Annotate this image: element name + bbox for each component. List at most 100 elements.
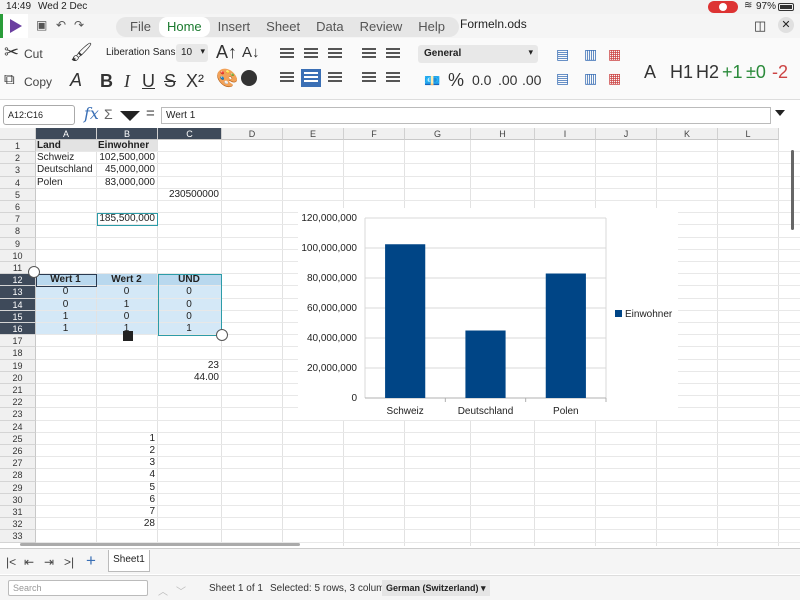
- row-header-30[interactable]: 30: [0, 493, 36, 506]
- delete-rows-icon[interactable]: ▦: [608, 46, 621, 63]
- cell-b27[interactable]: 3: [97, 457, 156, 469]
- cell-a1[interactable]: Land: [36, 140, 95, 152]
- cell-a14[interactable]: 0: [36, 299, 95, 311]
- row-header-15[interactable]: 15: [0, 310, 36, 323]
- style-heading2-button[interactable]: H2: [696, 62, 719, 83]
- row-header-19[interactable]: 19: [0, 359, 36, 372]
- formula-input[interactable]: Wert 1: [161, 107, 771, 124]
- column-header-d[interactable]: D: [222, 128, 283, 140]
- cell-b4[interactable]: 83,000,000: [97, 177, 156, 189]
- row-header-17[interactable]: 17: [0, 335, 36, 348]
- formula-icon[interactable]: =: [146, 105, 155, 122]
- merge-cells-icon[interactable]: [386, 72, 400, 84]
- cell-a3[interactable]: Deutschland: [36, 164, 95, 176]
- style-bad-button[interactable]: -2: [772, 62, 788, 83]
- column-header-b[interactable]: B: [97, 128, 158, 140]
- column-header-l[interactable]: L: [718, 128, 779, 140]
- copy-icon[interactable]: ⧉: [4, 71, 15, 88]
- cell-b26[interactable]: 2: [97, 445, 156, 457]
- previous-sheet-icon[interactable]: ⇤: [24, 555, 34, 569]
- row-header-10[interactable]: 10: [0, 249, 36, 262]
- column-header-g[interactable]: G: [405, 128, 471, 140]
- delete-decimal-button[interactable]: .00: [522, 72, 541, 88]
- row-header-22[interactable]: 22: [0, 396, 36, 409]
- search-input[interactable]: Search: [8, 580, 148, 596]
- style-heading1-button[interactable]: H1: [670, 62, 693, 83]
- highlight-color-icon[interactable]: [241, 70, 257, 86]
- row-header-32[interactable]: 32: [0, 518, 36, 531]
- row-header-3[interactable]: 3: [0, 164, 36, 177]
- tab-review[interactable]: Review: [352, 17, 411, 37]
- currency-icon[interactable]: 💶: [424, 73, 440, 89]
- undo-icon[interactable]: ↶: [56, 18, 66, 32]
- row-header-26[interactable]: 26: [0, 445, 36, 458]
- row-header-9[interactable]: 9: [0, 237, 36, 250]
- cell-c20[interactable]: 44.00: [158, 372, 220, 384]
- row-header-31[interactable]: 31: [0, 506, 36, 519]
- cell-b13[interactable]: 0: [97, 286, 156, 298]
- row-header-24[interactable]: 24: [0, 420, 36, 433]
- italic-button[interactable]: I: [124, 71, 130, 92]
- add-decimal-button[interactable]: .00: [498, 72, 517, 88]
- column-header-i[interactable]: I: [535, 128, 596, 140]
- sum-dropdown-icon[interactable]: [120, 111, 140, 121]
- bold-button[interactable]: B: [100, 71, 113, 92]
- cell-b31[interactable]: 7: [97, 506, 156, 518]
- font-size-dropdown[interactable]: 10: [176, 44, 208, 62]
- search-next-icon[interactable]: ﹀: [176, 583, 186, 598]
- row-header-33[interactable]: 33: [0, 530, 36, 543]
- style-neutral-button[interactable]: ±0: [746, 62, 766, 83]
- row-header-13[interactable]: 13: [0, 286, 36, 299]
- add-sheet-icon[interactable]: +: [86, 551, 96, 571]
- cell-c5[interactable]: 230500000: [158, 189, 220, 201]
- cell-b28[interactable]: 4: [97, 469, 156, 481]
- cell-b14[interactable]: 1: [97, 299, 156, 311]
- cell-b30[interactable]: 6: [97, 494, 156, 506]
- font-color-icon[interactable]: 🎨: [216, 68, 238, 89]
- row-header-1[interactable]: 1: [0, 140, 36, 153]
- align-left-icon[interactable]: [280, 72, 294, 84]
- column-header-h[interactable]: H: [471, 128, 535, 140]
- row-header-7[interactable]: 7: [0, 213, 36, 226]
- select-all-corner[interactable]: [0, 128, 36, 140]
- cell-a4[interactable]: Polen: [36, 177, 95, 189]
- number-format-dropdown[interactable]: General: [418, 45, 538, 63]
- insert-columns-icon[interactable]: ▥: [584, 46, 597, 63]
- clear-formatting-icon[interactable]: A: [70, 70, 82, 91]
- column-header-e[interactable]: E: [283, 128, 344, 140]
- align-right-icon[interactable]: [328, 72, 342, 84]
- insert-row-above-icon[interactable]: ▤: [556, 70, 569, 87]
- indent-icon[interactable]: [386, 48, 400, 60]
- number-format-button[interactable]: 0.0: [472, 72, 491, 88]
- row-header-29[interactable]: 29: [0, 481, 36, 494]
- column-header-a[interactable]: A: [36, 128, 97, 140]
- cell-b15[interactable]: 0: [97, 311, 156, 323]
- row-header-27[interactable]: 27: [0, 457, 36, 470]
- name-box[interactable]: A12:C16: [3, 105, 75, 125]
- align-middle-icon[interactable]: [304, 48, 318, 60]
- superscript-button[interactable]: X²: [186, 71, 204, 92]
- selection-end-handle[interactable]: [216, 329, 228, 342]
- cell-b32[interactable]: 28: [97, 518, 156, 530]
- search-prev-icon[interactable]: ︿: [158, 583, 168, 598]
- row-header-2[interactable]: 2: [0, 152, 36, 165]
- tab-data[interactable]: Data: [308, 17, 351, 37]
- wrap-text-icon[interactable]: [362, 48, 376, 60]
- cell-a15[interactable]: 1: [36, 311, 95, 323]
- insert-rows-icon[interactable]: ▤: [556, 46, 569, 63]
- cell-a16[interactable]: 1: [36, 323, 95, 335]
- bar-chart[interactable]: 0 20,000,000 40,000,000 60,000,000 80,000,00…: [298, 208, 678, 420]
- cell-b3[interactable]: 45,000,000: [97, 164, 156, 176]
- tab-insert[interactable]: Insert: [210, 17, 259, 37]
- style-default-button[interactable]: A: [644, 62, 656, 83]
- strikethrough-button[interactable]: S: [164, 71, 176, 92]
- tab-sheet[interactable]: Sheet: [258, 17, 308, 37]
- cut-button[interactable]: Cut: [24, 47, 43, 61]
- cell-b2[interactable]: 102,500,000: [97, 152, 156, 164]
- row-header-21[interactable]: 21: [0, 384, 36, 397]
- row-header-28[interactable]: 28: [0, 469, 36, 482]
- row-header-18[interactable]: 18: [0, 347, 36, 360]
- align-top-icon[interactable]: [280, 48, 294, 60]
- tab-home[interactable]: Home: [158, 17, 210, 37]
- align-center-icon[interactable]: [301, 69, 321, 87]
